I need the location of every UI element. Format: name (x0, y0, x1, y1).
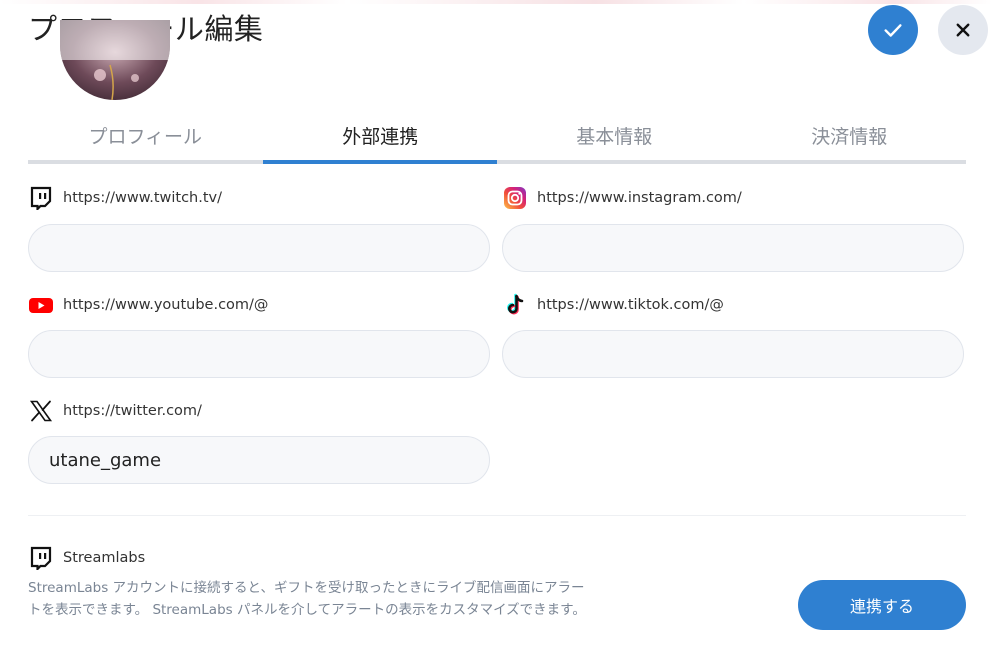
instagram-input[interactable] (502, 224, 964, 272)
tab-underline (28, 160, 966, 164)
streamlabs-description-line2: トを表示できます。 StreamLabs パネルを介してアラートの表示をカスタマ… (28, 602, 586, 618)
tab-basic-info[interactable]: 基本情報 (497, 110, 732, 160)
youtube-field-label: https://www.youtube.com/@ (28, 292, 268, 318)
tiktok-input[interactable] (502, 330, 964, 378)
tab-profile[interactable]: プロフィール (28, 110, 263, 160)
tab-payment-info[interactable]: 決済情報 (732, 110, 967, 160)
twitch-field-label: https://www.twitch.tv/ (28, 185, 222, 211)
profile-edit-page: プロフィール編集 プロフィール 外部連携 (0, 0, 992, 657)
tab-bar: プロフィール 外部連携 基本情報 決済情報 (28, 110, 966, 166)
twitter-label-text: https://twitter.com/ (63, 403, 202, 419)
twitch-label-text: https://www.twitch.tv/ (63, 190, 223, 206)
instagram-label-text: https://www.instagram.com/ (537, 190, 742, 206)
close-button[interactable] (938, 5, 988, 55)
streamlabs-description: StreamLabs アカウントに接続すると、ギフトを受け取ったときにライブ配信… (28, 577, 668, 621)
check-icon (884, 24, 902, 37)
streamlabs-label: Streamlabs (28, 545, 145, 571)
twitch-icon (28, 545, 54, 571)
tiktok-label-text: https://www.tiktok.com/@ (537, 297, 724, 313)
instagram-icon (502, 185, 528, 211)
confirm-button[interactable] (868, 5, 918, 55)
streamlabs-label-text: Streamlabs (63, 550, 146, 566)
tiktok-field-label: https://www.tiktok.com/@ (502, 292, 724, 318)
twitch-icon (28, 185, 54, 211)
top-decoration (0, 0, 992, 4)
tiktok-icon (502, 292, 528, 318)
close-icon (956, 23, 970, 37)
connect-streamlabs-button[interactable]: 連携する (798, 580, 966, 630)
section-divider (28, 515, 966, 516)
x-icon (28, 398, 54, 424)
youtube-input[interactable] (28, 330, 490, 378)
twitter-field-label: https://twitter.com/ (28, 398, 202, 424)
tab-external-links[interactable]: 外部連携 (263, 110, 498, 160)
tab-active-indicator (263, 160, 497, 164)
youtube-icon (28, 292, 54, 318)
avatar[interactable] (60, 20, 170, 100)
instagram-field-label: https://www.instagram.com/ (502, 185, 742, 211)
twitter-input[interactable] (28, 436, 490, 484)
youtube-label-text: https://www.youtube.com/@ (63, 297, 269, 313)
streamlabs-description-line1: StreamLabs アカウントに接続すると、ギフトを受け取ったときにライブ配信… (28, 580, 585, 596)
twitch-input[interactable] (28, 224, 490, 272)
